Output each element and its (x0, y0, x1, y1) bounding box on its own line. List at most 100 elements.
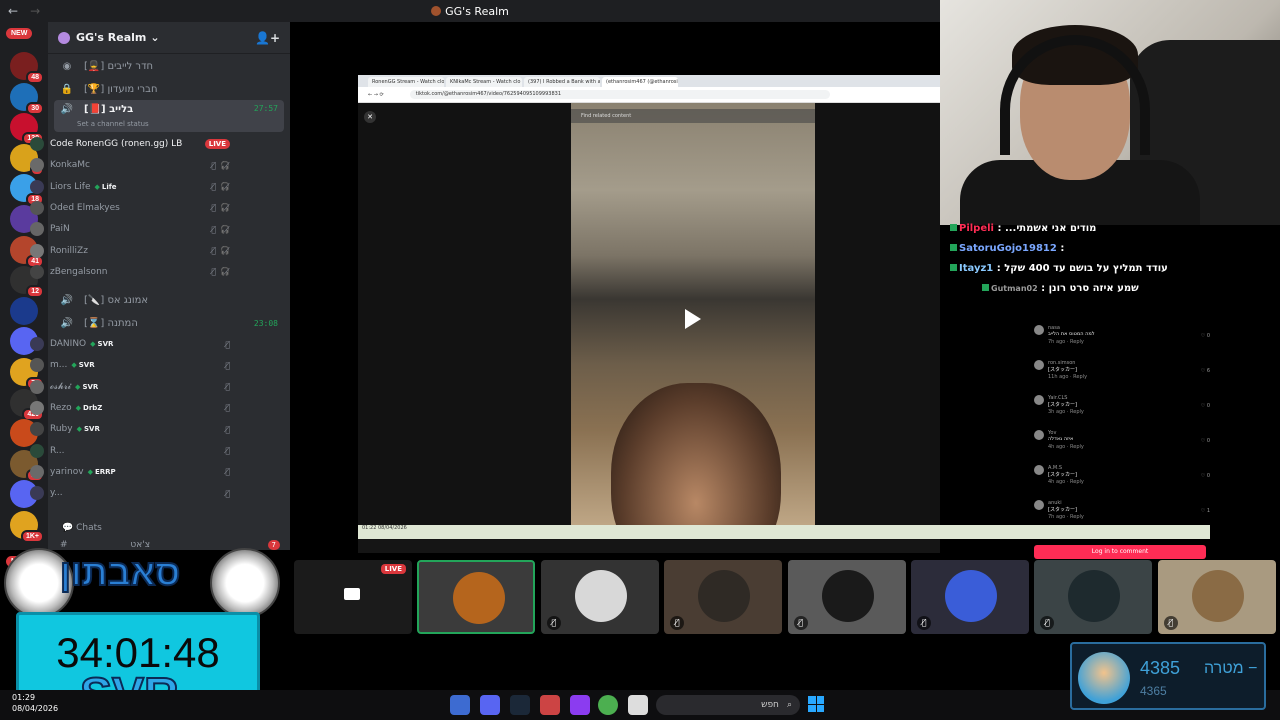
comment-meta: 3h ago · Reply (1048, 409, 1084, 415)
voice-user[interactable]: KonkaMc 🎙̸ 🎧̸ (30, 155, 230, 175)
channel-item[interactable]: ◉ [💂] חדר לייבים (54, 55, 284, 77)
heart-icon[interactable]: ♡ 0 (1201, 438, 1210, 444)
voice-user[interactable]: Liors Life Life 🎙̸🎧̸ (30, 177, 230, 197)
comment: Yov איזה גאדלה 4h ago · Reply ♡ 0 (1034, 430, 1210, 458)
heart-icon[interactable]: ♡ 1 (1201, 508, 1210, 514)
heart-icon[interactable]: ♡ 0 (1201, 333, 1210, 339)
participant-tile[interactable]: 🎙̸ (1157, 560, 1276, 634)
voice-user[interactable]: Oded Elmakyes 🎙̸ 🎧̸ (30, 198, 230, 218)
avatar (30, 179, 44, 194)
stream-view[interactable]: RonenGG Stream - Watch clou KNIkaMc Stre… (358, 75, 1210, 559)
avatar (30, 337, 44, 351)
participant-tile[interactable]: 🎙̸ (787, 560, 906, 634)
unread-badge: 48 (26, 71, 44, 84)
channel-item[interactable]: 🔊 [⌛] המתנה 23:08 (54, 312, 284, 334)
deafen-icon: 🎧̸ (220, 182, 230, 192)
server-icon[interactable]: 1K+ (10, 511, 44, 543)
browser-tab-active[interactable]: (ethanrosim467 (@ethanrosi (602, 77, 678, 87)
comment-text: [スタッカー] (1048, 402, 1077, 408)
voice-user[interactable]: zBengalsonn 🎙̸ 🎧̸ (30, 262, 230, 282)
guild-header[interactable]: GG's Realm ⌄ 👤+ (48, 22, 290, 54)
avatar (1034, 465, 1044, 475)
chat-bubble-icon: 💬 (62, 523, 77, 533)
server-icon[interactable] (10, 296, 38, 325)
user-name: yarinov (50, 466, 84, 477)
app-icon[interactable] (540, 695, 560, 715)
avatar (30, 222, 44, 237)
server-icon[interactable]: 30 (10, 82, 44, 115)
avatar (30, 264, 44, 279)
forward-arrow-icon[interactable]: → (30, 4, 40, 18)
voice-user[interactable]: m...SVR 🎙̸ (30, 355, 230, 375)
avatar (1034, 325, 1044, 335)
browser-tab[interactable]: (397) I Robbed a Bank with a (524, 77, 600, 87)
mute-icon: 🎙̸ (1163, 616, 1178, 630)
chrome-icon[interactable] (598, 695, 618, 715)
heart-icon[interactable]: ♡ 0 (1201, 403, 1210, 409)
user-name: m... (50, 360, 68, 371)
channel-item[interactable]: 🔒 [🏆] חברי מועדון (54, 78, 284, 100)
mute-icon: 🎙̸ (211, 267, 217, 277)
user-tag: SVR (90, 340, 114, 348)
participant-tile[interactable]: 🎙̸ (664, 560, 783, 634)
video-player[interactable]: Find related content (571, 103, 815, 539)
voice-user[interactable]: R... 🎙̸ (30, 441, 230, 461)
mute-icon: 🎙̸ (225, 403, 230, 413)
unread-badge: 30 (26, 101, 44, 115)
server-icon[interactable]: 48 (10, 52, 44, 84)
login-to-comment-button[interactable]: Log in to comment (1034, 545, 1206, 559)
user-name: zBengalsonn (50, 266, 108, 277)
back-arrow-icon[interactable]: ← (8, 4, 18, 18)
discord-icon[interactable] (480, 695, 500, 715)
channel-item[interactable]: 🔊 [🔪] אמונג אס (54, 289, 284, 311)
clock-icon (210, 548, 280, 618)
steam-icon[interactable] (510, 695, 530, 715)
avatar (821, 570, 874, 622)
voice-user[interactable]: RonilliZz 🎙̸ 🎧̸ (30, 241, 230, 261)
telegram-icon[interactable] (450, 695, 470, 715)
muted-icons: 🎙̸ (225, 489, 230, 498)
avatar (1034, 430, 1044, 440)
comment: anuki [スタッカー] 7h ago · Reply ♡ 1 (1034, 500, 1210, 528)
play-icon[interactable] (685, 309, 701, 329)
heart-icon[interactable]: ♡ 6 (1201, 368, 1210, 374)
windows-start-icon[interactable] (808, 696, 824, 712)
chat-username: SatoruGojo19812 (959, 243, 1057, 254)
muted-icons: 🎙̸ (225, 446, 230, 455)
url-field[interactable]: tiktok.com/@ethanrosim467/video/76259409… (409, 90, 830, 99)
participant-tile[interactable]: 🎙̸ (911, 560, 1029, 634)
deafen-icon: 🎧̸ (220, 203, 230, 213)
voice-user[interactable]: Ruby SVR 🎙̸ (30, 419, 230, 439)
voice-user[interactable]: Rezo DrbZ 🎙̸ (30, 398, 230, 418)
system-clock[interactable]: 01:29 08/04/2026 (12, 692, 58, 714)
avatar (30, 422, 44, 437)
stream-preview-tile[interactable]: LIVE (294, 560, 412, 634)
voice-user[interactable]: PaiN 🎙̸ 🎧̸ (30, 219, 230, 239)
chats-category[interactable]: 💬 Chats (62, 523, 102, 533)
chat-username: Pilpeli (959, 223, 994, 234)
close-icon[interactable]: ✕ (364, 111, 376, 123)
voice-user[interactable]: DANINOSVR 🎙̸ (30, 334, 230, 354)
comment-text: [スタッカー] (1048, 472, 1077, 478)
browser-tab[interactable]: KNIkaMc Stream - Watch clo (446, 77, 522, 87)
mute-icon: 🎙̸ (211, 160, 217, 170)
muted-icons: 🎙̸ 🎧̸ (211, 246, 230, 255)
participant-tile[interactable]: 🎙̸ (540, 560, 659, 634)
taskbar-search[interactable]: חפש ⌕ (656, 695, 800, 715)
browser-tab[interactable]: RonenGG Stream - Watch clou (368, 77, 444, 87)
voice-user[interactable]: Code RonenGG (ronen.gg) LB LIVE (30, 134, 230, 154)
find-related-bar[interactable]: Find related content (571, 109, 815, 123)
add-member-icon[interactable]: 👤+ (255, 31, 280, 45)
voice-user[interactable]: y... 🎙̸ (30, 483, 230, 503)
voice-user[interactable]: 𝓸𝓼𝓱𝓻𝓲SVR 🎙̸ (30, 377, 230, 397)
files-icon[interactable] (628, 695, 648, 715)
participant-tile[interactable] (417, 560, 536, 634)
participant-tile[interactable]: 🎙̸ (1034, 560, 1153, 634)
obs-icon[interactable] (570, 695, 590, 715)
muted-icons: 🎙̸ (225, 340, 230, 349)
voice-user[interactable]: yarinov ERRP 🎙̸ (30, 462, 230, 482)
comment-text: למה המטוס את הלייב (1048, 331, 1095, 337)
avatar (574, 570, 627, 622)
heart-icon[interactable]: ♡ 0 (1201, 473, 1210, 479)
channel-status[interactable]: Set a channel status (77, 120, 149, 128)
